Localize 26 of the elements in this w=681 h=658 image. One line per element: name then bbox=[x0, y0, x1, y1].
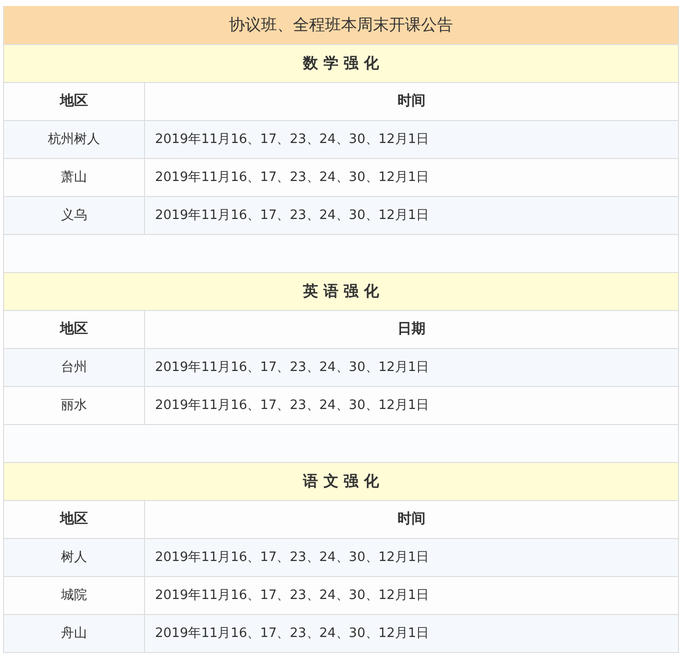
table-cell: 舟山 bbox=[4, 615, 145, 652]
column-header: 时间 bbox=[396, 92, 426, 111]
table-title: 协议班、全程班本周末开课公告 bbox=[4, 6, 678, 45]
table-cell: 树人 bbox=[4, 539, 145, 576]
table-cell-text: 2019年11月16、17、23、24、30、12月1日 bbox=[154, 358, 430, 377]
table-cell-text: 2019年11月16、17、23、24、30、12月1日 bbox=[154, 624, 430, 643]
column-header: 地区 bbox=[4, 501, 145, 538]
table-cell-text: 2019年11月16、17、23、24、30、12月1日 bbox=[154, 396, 430, 415]
table-cell: 萧山 bbox=[4, 159, 145, 196]
column-header: 地区 bbox=[4, 83, 145, 120]
column-header: 日期 bbox=[396, 320, 426, 339]
table-cell: 丽水 bbox=[4, 387, 145, 424]
column-header: 地区 bbox=[4, 311, 145, 348]
table-cell-text: 2019年11月16、17、23、24、30、12月1日 bbox=[154, 206, 430, 225]
table-cell: 杭州树人 bbox=[4, 121, 145, 158]
table-cell: 义乌 bbox=[4, 197, 145, 234]
section-heading: 语 文 强 化 bbox=[4, 463, 678, 501]
table-cell-text: 2019年11月16、17、23、24、30、12月1日 bbox=[154, 168, 430, 187]
table-cell-text: 2019年11月16、17、23、24、30、12月1日 bbox=[154, 586, 430, 605]
table-cell-text: 2019年11月16、17、23、24、30、12月1日 bbox=[154, 548, 430, 567]
table-cell: 城院 bbox=[4, 577, 145, 614]
table-cell-text: 2019年11月16、17、23、24、30、12月1日 bbox=[154, 130, 430, 149]
table-cell: 台州 bbox=[4, 349, 145, 386]
column-header: 时间 bbox=[396, 510, 426, 529]
section-heading: 英 语 强 化 bbox=[4, 273, 678, 311]
section-heading: 数 学 强 化 bbox=[4, 45, 678, 83]
